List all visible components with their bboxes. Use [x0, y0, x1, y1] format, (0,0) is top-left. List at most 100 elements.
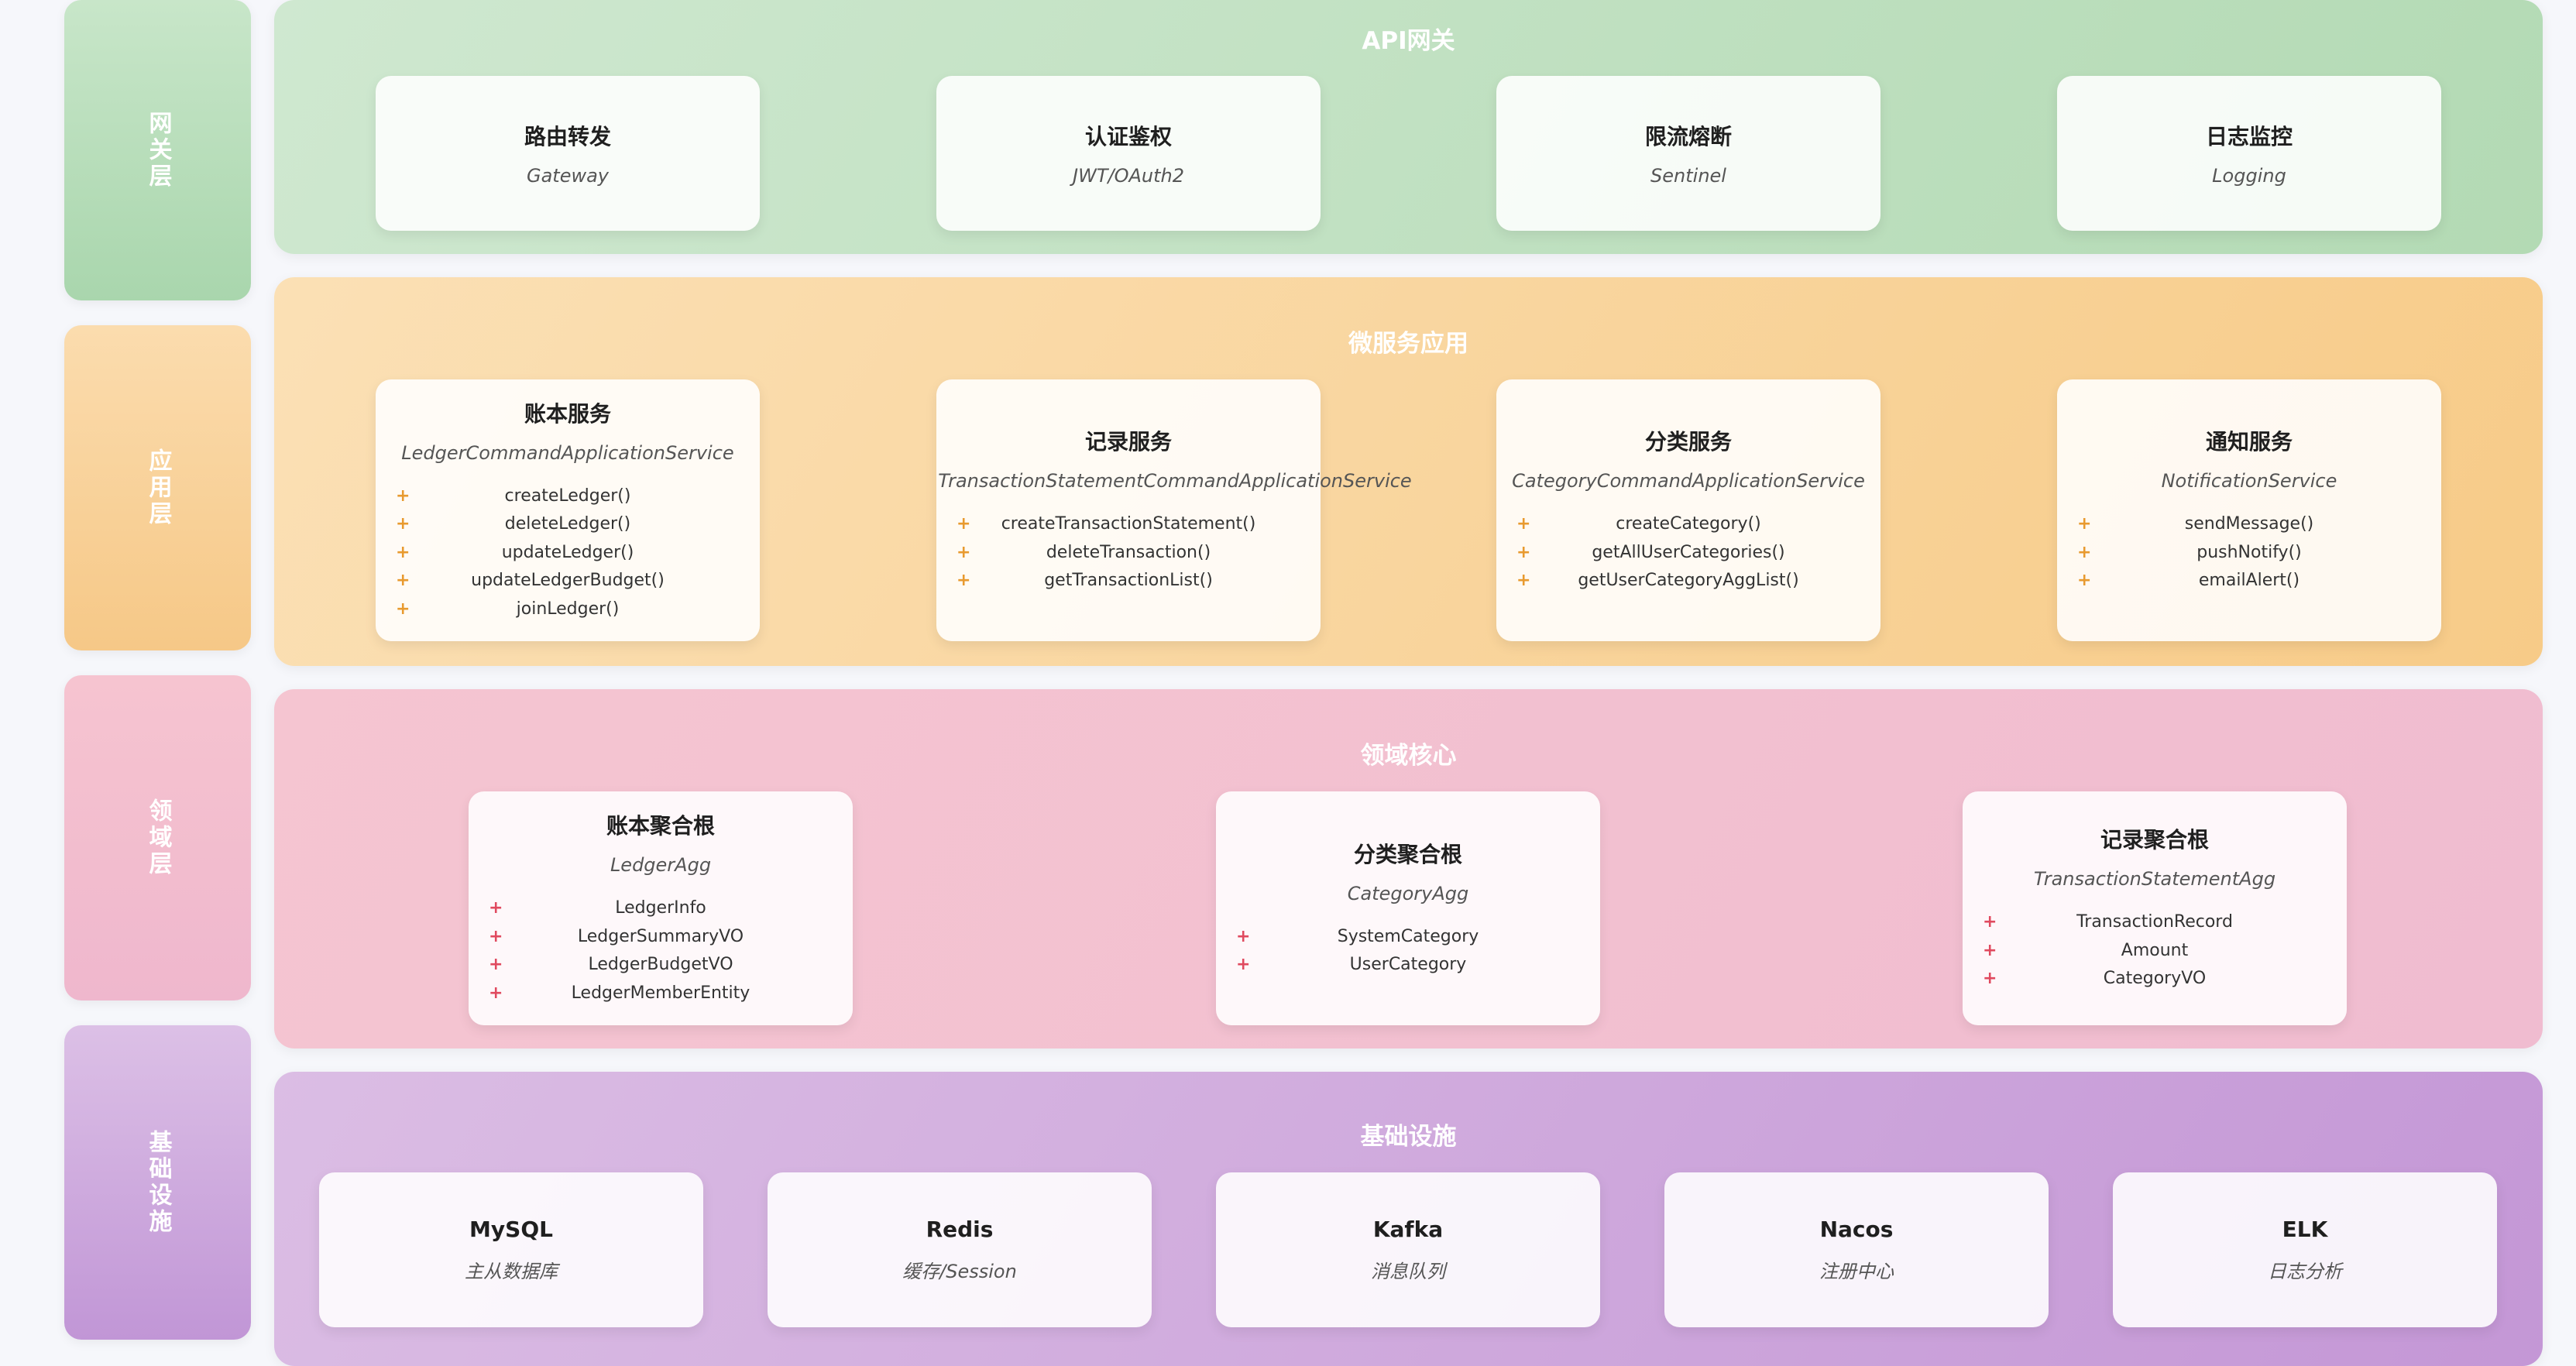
method-list: + createLedger() + deleteLedger() + updateL… — [376, 482, 760, 624]
method-name: getUserCategoryAggList() — [1578, 571, 1799, 591]
gateway-band: API网关 路由转发 Gateway 认证鉴权 JWT/OAuth2 限流熔断 … — [274, 0, 2543, 254]
application-band-title: 微服务应用 — [1348, 330, 1468, 358]
gateway-card-routing: 路由转发 Gateway — [376, 76, 760, 231]
plus-icon: + — [2077, 542, 2092, 562]
member-name: LedgerMemberEntity — [571, 983, 750, 1003]
card-subtitle: 注册中心 — [1819, 1261, 1894, 1282]
list-item: + TransactionRecord — [1963, 908, 2347, 937]
list-item: + deleteLedger() — [376, 510, 760, 539]
list-item: + getAllUserCategories() — [1496, 539, 1880, 568]
card-title: 分类服务 — [1644, 429, 1732, 455]
member-name: LedgerBudgetVO — [588, 955, 733, 974]
plus-icon: + — [2077, 514, 2092, 534]
method-name: updateLedgerBudget() — [471, 571, 665, 591]
card-subtitle: LedgerAgg — [610, 854, 712, 876]
member-name: SystemCategory — [1337, 926, 1479, 946]
list-item: + updateLedger() — [376, 539, 760, 568]
plus-icon: + — [1236, 926, 1251, 946]
member-list: + SystemCategory + UserCategory — [1216, 923, 1600, 980]
list-item: + updateLedgerBudget() — [376, 567, 760, 595]
card-title: Nacos — [1819, 1217, 1894, 1242]
plus-icon: + — [1516, 542, 1531, 562]
card-title: 记录服务 — [1084, 429, 1172, 455]
method-name: getAllUserCategories() — [1592, 542, 1785, 562]
app-card-ledger-service: 账本服务 LedgerCommandApplicationService + cr… — [376, 379, 760, 641]
method-list: + createTransactionStatement() + deleteTra… — [936, 510, 1321, 595]
plus-icon: + — [1983, 940, 1997, 960]
card-subtitle: 日志分析 — [2268, 1261, 2342, 1282]
method-name: joinLedger() — [516, 599, 620, 619]
card-title: 账本服务 — [524, 400, 611, 427]
layer-label-infrastructure: 基础设施 — [64, 1025, 251, 1340]
card-title: Redis — [926, 1217, 994, 1242]
card-title: MySQL — [469, 1217, 553, 1242]
card-subtitle: JWT/OAuth2 — [1073, 165, 1184, 187]
plus-icon: + — [489, 898, 503, 918]
app-card-notification-service: 通知服务 NotificationService + sendMessage() … — [2057, 379, 2441, 641]
domain-band-title: 领域核心 — [1360, 742, 1457, 770]
infra-card-nacos: Nacos 注册中心 — [1664, 1172, 2049, 1327]
list-item: + getTransactionList() — [936, 567, 1321, 595]
card-subtitle: TransactionStatementAgg — [2033, 868, 2276, 891]
card-title: Kafka — [1372, 1217, 1444, 1242]
plus-icon: + — [1516, 571, 1531, 591]
member-name: TransactionRecord — [2076, 912, 2233, 932]
plus-icon: + — [396, 571, 410, 591]
card-subtitle: Gateway — [526, 165, 610, 187]
card-subtitle: CategoryCommandApplicationService — [1512, 470, 1865, 493]
gateway-card-auth: 认证鉴权 JWT/OAuth2 — [936, 76, 1321, 231]
method-name: sendMessage() — [2184, 514, 2314, 534]
infrastructure-band-title: 基础设施 — [1360, 1123, 1457, 1151]
member-name: LedgerSummaryVO — [577, 926, 744, 946]
plus-icon: + — [957, 571, 971, 591]
card-title: 账本聚合根 — [606, 813, 715, 839]
application-band: 微服务应用 账本服务 LedgerCommandApplicationServi… — [274, 277, 2543, 666]
member-name: UserCategory — [1349, 955, 1467, 974]
card-subtitle: 主从数据库 — [465, 1261, 558, 1282]
method-name: updateLedger() — [501, 542, 634, 562]
member-list: + TransactionRecord + Amount + CategoryVO — [1963, 908, 2347, 994]
list-item: + LedgerInfo — [469, 894, 853, 923]
card-title: 路由转发 — [524, 124, 611, 149]
card-title: 限流熔断 — [1644, 124, 1732, 149]
method-name: createTransactionStatement() — [1001, 514, 1256, 534]
list-item: + createTransactionStatement() — [936, 510, 1321, 539]
plus-icon: + — [489, 926, 503, 946]
card-subtitle: CategoryAgg — [1347, 882, 1469, 904]
method-list: + sendMessage() + pushNotify() + emailAlert… — [2057, 510, 2441, 595]
card-subtitle: NotificationService — [2161, 470, 2337, 493]
card-title: 认证鉴权 — [1084, 124, 1172, 149]
list-item: + createCategory() — [1496, 510, 1880, 539]
plus-icon: + — [396, 514, 410, 534]
plus-icon: + — [957, 514, 971, 534]
list-item: + CategoryVO — [1963, 965, 2347, 994]
layer-label-text: 网关层 — [144, 111, 172, 190]
infra-card-redis: Redis 缓存/Session — [768, 1172, 1152, 1327]
member-list: + LedgerInfo + LedgerSummaryVO + LedgerBudg… — [469, 894, 853, 1007]
domain-band: 领域核心 账本聚合根 LedgerAgg + LedgerInfo + Ledger… — [274, 689, 2543, 1049]
list-item: + getUserCategoryAggList() — [1496, 567, 1880, 595]
plus-icon: + — [2077, 571, 2092, 591]
list-item: + emailAlert() — [2057, 567, 2441, 595]
infra-card-mysql: MySQL 主从数据库 — [319, 1172, 703, 1327]
card-title: ELK — [2282, 1217, 2328, 1242]
method-name: createLedger() — [504, 486, 631, 506]
infra-card-kafka: Kafka 消息队列 — [1216, 1172, 1600, 1327]
plus-icon: + — [396, 486, 410, 506]
member-name: LedgerInfo — [615, 898, 706, 918]
member-name: Amount — [2121, 940, 2189, 960]
card-subtitle: TransactionStatementCommandApplicationSe… — [938, 470, 1412, 493]
layer-label-text: 基础设施 — [144, 1130, 172, 1235]
infrastructure-band: 基础设施 MySQL 主从数据库 Redis 缓存/Session Kafka … — [274, 1072, 2543, 1366]
card-title: 分类聚合根 — [1353, 841, 1462, 867]
layer-label-gateway: 网关层 — [64, 0, 251, 300]
list-item: + UserCategory — [1216, 951, 1600, 980]
method-name: getTransactionList() — [1044, 571, 1213, 591]
gateway-card-logging: 日志监控 Logging — [2057, 76, 2441, 231]
app-card-record-service: 记录服务 TransactionStatementCommandApplicat… — [936, 379, 1412, 641]
domain-card-ledger-agg: 账本聚合根 LedgerAgg + LedgerInfo + LedgerSumma… — [469, 791, 853, 1025]
layer-label-text: 领域层 — [144, 798, 172, 877]
card-subtitle: 消息队列 — [1371, 1261, 1445, 1282]
card-subtitle: 缓存/Session — [902, 1261, 1017, 1282]
layer-label-text: 应用层 — [144, 448, 172, 527]
